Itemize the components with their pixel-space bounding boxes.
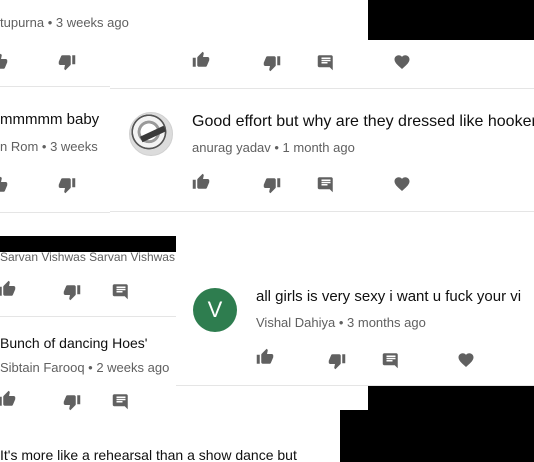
- heart-icon[interactable]: [457, 351, 475, 369]
- avatar[interactable]: [129, 112, 173, 156]
- thumbs-down-icon[interactable]: [58, 53, 76, 71]
- thumbs-down-icon[interactable]: [58, 176, 76, 194]
- comment-text: all girls is very sexy i want u fuck you…: [256, 288, 522, 305]
- redaction-bar: [340, 410, 534, 462]
- divider: [110, 88, 534, 89]
- redaction-bar: [0, 236, 176, 252]
- comment-meta: Sibtain Farooq • 2 weeks ago: [0, 360, 170, 375]
- thumbs-down-icon[interactable]: [63, 283, 81, 301]
- comment-icon[interactable]: [317, 53, 335, 71]
- comment-text: Good effort but why are they dressed lik…: [192, 113, 534, 130]
- thumbs-up-icon[interactable]: [0, 53, 8, 71]
- comment-text: It's more like a rehearsal than a show d…: [0, 447, 297, 462]
- thumbs-down-icon[interactable]: [328, 352, 346, 370]
- comment-icon[interactable]: [382, 351, 400, 369]
- thumbs-up-icon[interactable]: [256, 348, 274, 366]
- comment-meta: anurag yadav • 1 month ago: [192, 140, 355, 155]
- comment-icon[interactable]: [317, 175, 335, 193]
- comment-layer-mid: Good effort but why are they dressed lik…: [110, 40, 534, 244]
- comment-layer-bottom: It's more like a rehearsal than a show d…: [0, 425, 340, 462]
- comment-text: mmmmm baby: [0, 111, 100, 128]
- comment-text: Bunch of dancing Hoes': [0, 335, 148, 351]
- comment-icon[interactable]: [112, 392, 130, 410]
- comment-meta: Vishal Dahiya • 3 months ago: [256, 315, 426, 330]
- thumbs-down-icon[interactable]: [263, 54, 281, 72]
- thumbs-up-icon[interactable]: [0, 176, 8, 194]
- divider: [110, 211, 534, 212]
- thumbs-up-icon[interactable]: [0, 280, 16, 298]
- avatar[interactable]: V: [193, 288, 237, 332]
- thumbs-down-icon[interactable]: [63, 393, 81, 411]
- thumbs-up-icon[interactable]: [0, 390, 16, 408]
- thumbs-down-icon[interactable]: [263, 176, 281, 194]
- comment-icon[interactable]: [112, 282, 130, 300]
- divider: [176, 385, 534, 386]
- heart-icon[interactable]: [393, 175, 411, 193]
- comment-meta: tupurna • 3 weeks ago: [0, 15, 129, 30]
- comment-meta: n Rom • 3 weeks: [0, 139, 98, 154]
- thumbs-up-icon[interactable]: [192, 51, 210, 69]
- comment-layer-front: V all girls is very sexy i want u fuck y…: [176, 244, 534, 386]
- redaction-bar: [368, 0, 534, 40]
- divider: [0, 316, 176, 317]
- heart-icon[interactable]: [393, 53, 411, 71]
- thumbs-up-icon[interactable]: [192, 173, 210, 191]
